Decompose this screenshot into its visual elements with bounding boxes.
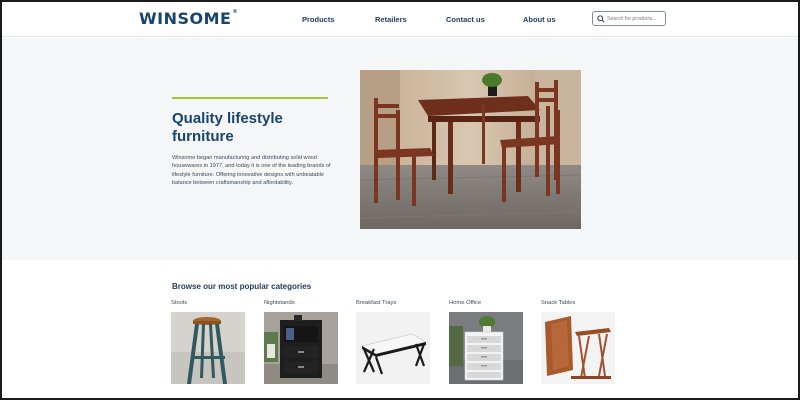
hero-image-dining-set — [360, 70, 581, 229]
category-snack-tables[interactable]: Snack Tables — [541, 300, 615, 384]
site-header: WINSOME® Products Retailers Contact us A… — [2, 2, 798, 37]
category-label[interactable]: Nightstands — [264, 300, 338, 312]
nav-products[interactable]: Products — [302, 15, 335, 24]
hero-title: Quality lifestyle furniture — [172, 110, 283, 145]
category-label[interactable]: Snack Tables — [541, 300, 615, 312]
hero-accent-line — [172, 97, 328, 99]
nav-retailers[interactable]: Retailers — [375, 15, 407, 24]
category-label[interactable]: Stools — [171, 300, 245, 312]
nav-about-us[interactable]: About us — [523, 15, 556, 24]
category-image-breakfast-trays[interactable] — [356, 312, 430, 384]
category-label[interactable]: Breakfast Trays — [356, 300, 430, 312]
logo-text: WINSOME — [139, 9, 232, 28]
category-image-nightstands[interactable] — [264, 312, 338, 384]
search-box[interactable] — [592, 11, 666, 26]
hero-description: Winsome began manufacturing and distribu… — [172, 155, 331, 187]
category-image-snack-tables[interactable] — [541, 312, 615, 384]
category-breakfast-trays[interactable]: Breakfast Trays — [356, 300, 430, 384]
category-label[interactable]: Home Office — [449, 300, 523, 312]
page-frame: WINSOME® Products Retailers Contact us A… — [0, 0, 800, 400]
search-input[interactable] — [607, 13, 664, 24]
nav-contact-us[interactable]: Contact us — [446, 15, 485, 24]
category-nightstands[interactable]: Nightstands — [264, 300, 338, 384]
categories-heading: Browse our most popular categories — [172, 282, 312, 291]
hero-section: Quality lifestyle furniture Winsome bega… — [2, 38, 798, 260]
registered-mark: ® — [232, 9, 238, 15]
category-image-stools[interactable] — [171, 312, 245, 384]
category-stools[interactable]: Stools — [171, 300, 245, 384]
category-home-office[interactable]: Home Office — [449, 300, 523, 384]
winsome-logo[interactable]: WINSOME® — [139, 9, 238, 28]
search-icon — [597, 15, 605, 23]
category-image-home-office[interactable] — [449, 312, 523, 384]
